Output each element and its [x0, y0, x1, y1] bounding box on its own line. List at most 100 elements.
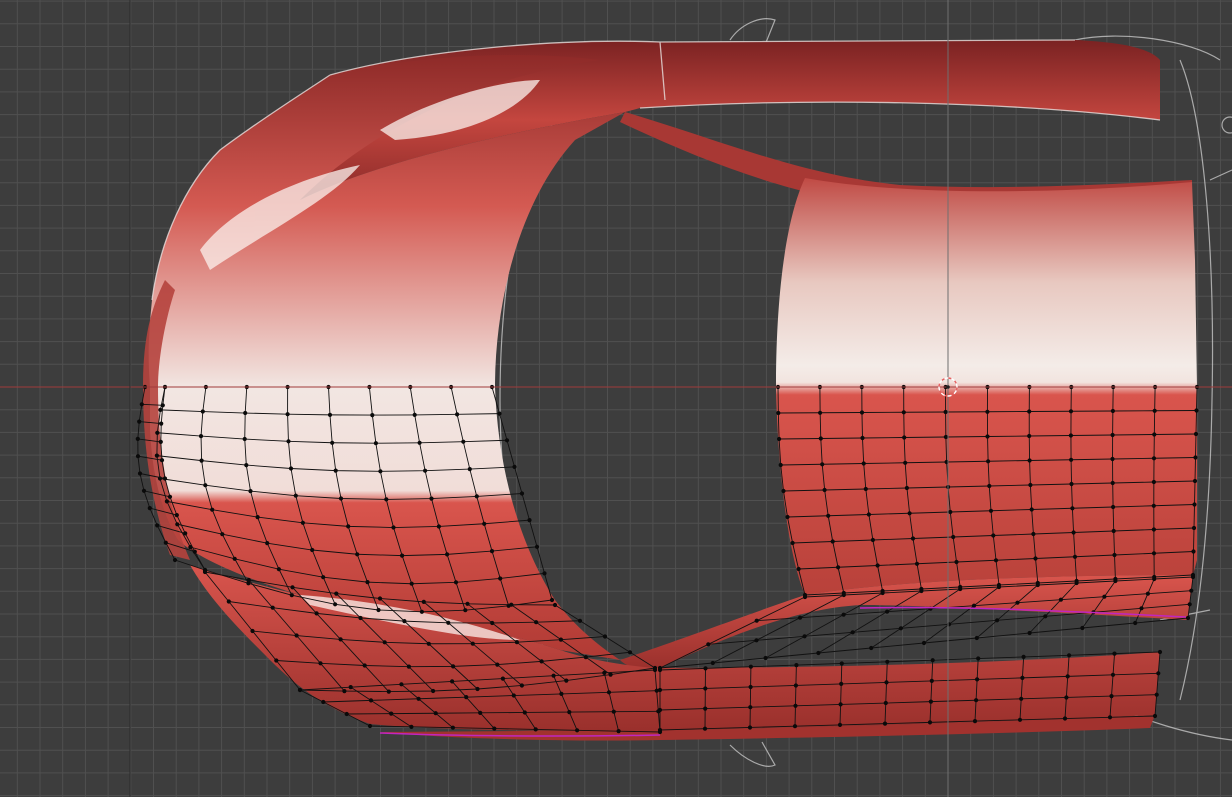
mesh-vertex[interactable]	[776, 410, 781, 416]
mesh-vertex[interactable]	[406, 664, 411, 669]
mesh-vertex[interactable]	[423, 468, 428, 473]
mesh-vertex[interactable]	[183, 531, 188, 536]
mesh-vertex[interactable]	[838, 702, 843, 707]
mesh-vertex[interactable]	[781, 488, 786, 494]
mesh-vertex[interactable]	[602, 670, 607, 676]
mesh-vertex[interactable]	[883, 700, 888, 706]
mesh-vertex[interactable]	[885, 659, 890, 664]
mesh-vertex[interactable]	[652, 667, 658, 673]
mesh-vertex[interactable]	[1187, 602, 1192, 607]
mesh-vertex[interactable]	[255, 515, 260, 520]
mesh-vertex[interactable]	[798, 615, 803, 620]
mesh-vertex[interactable]	[1145, 591, 1150, 596]
mesh-vertex[interactable]	[816, 650, 821, 656]
mesh-vertex[interactable]	[1151, 551, 1157, 556]
mesh-vertex[interactable]	[703, 666, 708, 671]
mesh-vertex[interactable]	[164, 499, 169, 504]
mesh-vertex[interactable]	[514, 640, 520, 645]
mesh-vertex[interactable]	[602, 634, 608, 639]
mesh-vertex[interactable]	[1190, 574, 1196, 580]
mesh-vertex[interactable]	[250, 628, 255, 634]
mesh-vertex[interactable]	[451, 664, 456, 669]
mesh-vertex[interactable]	[1020, 675, 1025, 681]
mesh-vertex[interactable]	[841, 612, 846, 617]
mesh-vertex[interactable]	[310, 547, 315, 553]
mesh-vertex[interactable]	[470, 641, 475, 646]
mesh-vertex[interactable]	[1027, 630, 1032, 636]
mesh-vertex[interactable]	[657, 729, 663, 735]
mesh-vertex[interactable]	[583, 655, 588, 660]
mesh-vertex[interactable]	[549, 597, 555, 603]
mesh-vertex[interactable]	[987, 483, 992, 489]
mesh-vertex[interactable]	[747, 725, 753, 730]
mesh-vertex[interactable]	[907, 511, 912, 516]
mesh-vertex[interactable]	[850, 630, 855, 635]
mesh-vertex[interactable]	[386, 689, 391, 694]
mesh-vertex[interactable]	[461, 439, 466, 444]
mesh-vertex[interactable]	[509, 602, 514, 607]
mesh-vertex[interactable]	[972, 719, 978, 724]
mesh-vertex[interactable]	[1069, 457, 1074, 462]
mesh-vertex[interactable]	[163, 540, 168, 545]
mesh-vertex[interactable]	[450, 725, 455, 730]
mesh-vertex[interactable]	[289, 593, 294, 598]
mesh-vertex[interactable]	[559, 691, 564, 697]
mesh-vertex[interactable]	[135, 436, 140, 441]
mesh-vertex[interactable]	[534, 620, 539, 625]
mesh-vertex[interactable]	[382, 640, 387, 645]
mesh-vertex[interactable]	[1154, 692, 1159, 697]
mesh-vertex[interactable]	[1185, 615, 1191, 621]
mesh-vertex[interactable]	[1110, 408, 1115, 414]
mesh-vertex[interactable]	[174, 513, 179, 518]
mesh-vertex[interactable]	[1029, 507, 1034, 512]
mesh-vertex[interactable]	[1043, 614, 1048, 619]
mesh-vertex[interactable]	[552, 602, 558, 608]
mesh-vertex[interactable]	[763, 655, 768, 661]
mesh-vertex[interactable]	[1107, 715, 1113, 720]
mesh-vertex[interactable]	[276, 567, 281, 572]
mesh-vertex[interactable]	[426, 641, 431, 646]
mesh-vertex[interactable]	[416, 696, 421, 701]
mesh-vertex[interactable]	[248, 489, 253, 494]
mesh-vertex[interactable]	[1017, 717, 1023, 722]
mesh-vertex[interactable]	[431, 688, 436, 694]
mesh-vertex[interactable]	[914, 561, 920, 566]
mesh-vertex[interactable]	[558, 637, 564, 642]
mesh-vertex[interactable]	[464, 695, 469, 700]
mesh-vertex[interactable]	[748, 684, 753, 690]
mesh-vertex[interactable]	[1191, 549, 1196, 554]
mesh-vertex[interactable]	[790, 540, 795, 546]
mesh-vertex[interactable]	[1110, 480, 1115, 486]
mesh-vertex[interactable]	[246, 577, 251, 583]
mesh-vertex[interactable]	[327, 412, 333, 417]
mesh-vertex[interactable]	[417, 440, 422, 445]
mesh-vertex[interactable]	[792, 724, 798, 729]
mesh-vertex[interactable]	[286, 439, 291, 444]
mesh-vertex[interactable]	[321, 699, 326, 705]
mesh-vertex[interactable]	[859, 410, 865, 415]
mesh-vertex[interactable]	[930, 658, 935, 663]
mesh-vertex[interactable]	[534, 544, 540, 549]
mesh-vertex[interactable]	[172, 557, 178, 563]
mesh-vertex[interactable]	[611, 709, 616, 714]
mesh-vertex[interactable]	[297, 687, 303, 693]
mesh-vertex[interactable]	[342, 689, 347, 694]
mesh-vertex[interactable]	[1070, 506, 1075, 511]
mesh-vertex[interactable]	[203, 483, 208, 488]
mesh-vertex[interactable]	[1133, 620, 1138, 626]
mesh-vertex[interactable]	[818, 436, 823, 441]
mesh-vertex[interactable]	[1112, 651, 1117, 656]
mesh-vertex[interactable]	[820, 462, 825, 467]
mesh-vertex[interactable]	[409, 581, 414, 586]
mesh-vertex[interactable]	[373, 441, 378, 446]
mesh-vertex[interactable]	[1021, 654, 1026, 660]
mesh-vertex[interactable]	[265, 541, 270, 546]
mesh-vertex[interactable]	[702, 726, 708, 731]
mesh-vertex[interactable]	[539, 659, 544, 664]
mesh-vertex[interactable]	[627, 650, 633, 655]
mesh-vertex[interactable]	[270, 605, 275, 610]
mesh-vertex[interactable]	[1102, 594, 1107, 599]
mesh-vertex[interactable]	[1068, 433, 1073, 438]
mesh-vertex[interactable]	[1152, 408, 1157, 413]
mesh-vertex[interactable]	[703, 706, 708, 711]
